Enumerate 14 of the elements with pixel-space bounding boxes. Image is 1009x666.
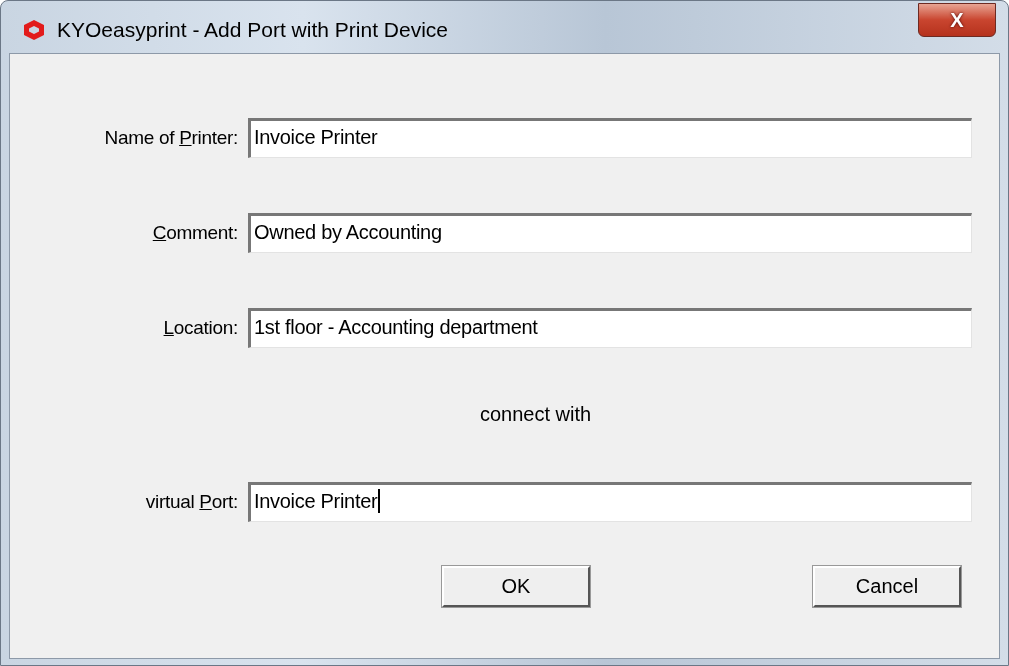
connect-text: connect with — [480, 403, 592, 426]
field-label: Comment: — [151, 222, 238, 244]
field-label: Location: — [162, 317, 238, 339]
logo-icon — [23, 19, 45, 41]
close-button[interactable]: X — [918, 3, 996, 37]
cancel-button[interactable]: Cancel — [813, 566, 961, 607]
field-label: Name of Printer: — [103, 127, 238, 149]
input-field[interactable]: Invoice Printer — [248, 118, 972, 158]
input-field[interactable]: Invoice Printer — [248, 482, 972, 522]
field-label: virtual Port: — [144, 491, 238, 513]
window-title: KYOeasyprint - Add Port with Print Device — [57, 17, 449, 42]
ok-button[interactable]: OK — [442, 566, 590, 607]
input-field[interactable]: Owned by Accounting — [248, 213, 972, 253]
input-field[interactable]: 1st floor - Accounting department — [248, 308, 972, 348]
